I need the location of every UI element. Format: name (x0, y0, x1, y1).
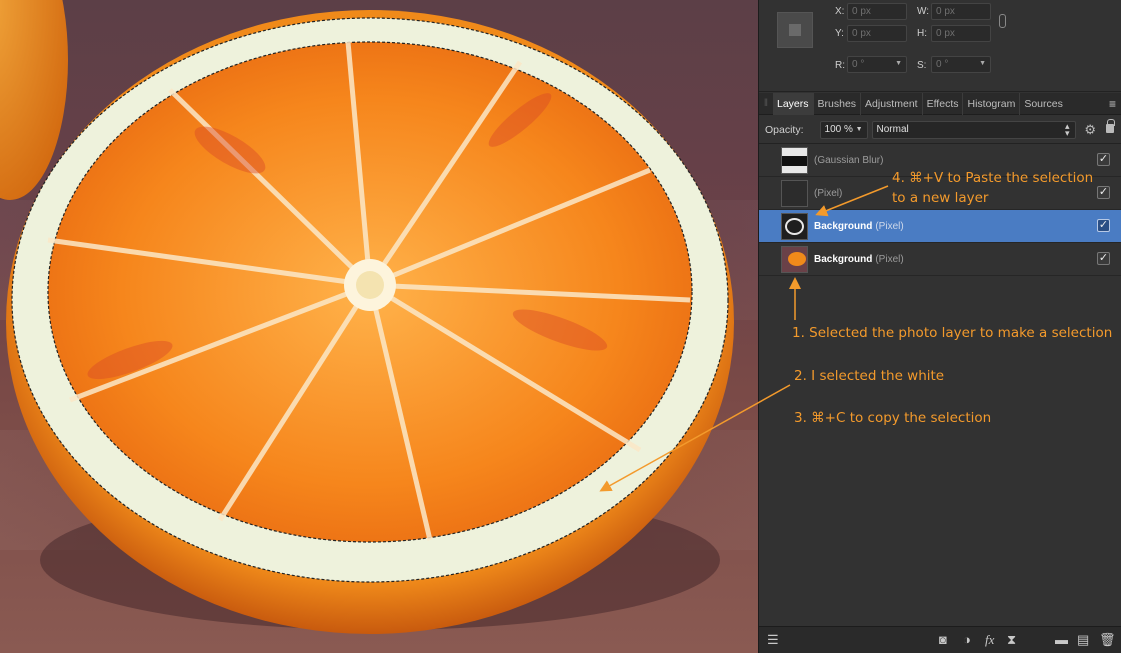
blend-mode-value: Normal (876, 123, 909, 135)
x-field[interactable]: 0 px (847, 3, 907, 20)
tab-histogram[interactable]: Histogram (963, 92, 1021, 115)
transform-panel: X: 0 px W: 0 px Y: 0 px H: 0 px R: 0 ° ▼ … (759, 0, 1121, 92)
annotation-step3: 3. ⌘+C to copy the selection (794, 410, 992, 426)
visibility-checkbox[interactable]: ✓ (1097, 219, 1110, 232)
layer-thumbnail (781, 146, 808, 174)
anchor-selector[interactable] (777, 12, 813, 48)
layer-thumbnail (781, 245, 808, 273)
layer-type: (Pixel) (814, 187, 843, 199)
s-label: S: (917, 60, 927, 71)
layer-type: (Pixel) (875, 253, 904, 265)
layer-row-selected[interactable]: Background (Pixel) ✓ (759, 210, 1121, 243)
layer-name: Background (814, 220, 873, 232)
layers-list: (Gaussian Blur) ✓ (Pixel) ✓ Background (… (759, 144, 1121, 276)
layer-thumbnail (781, 212, 808, 240)
opacity-field[interactable]: 100 % ▼ (819, 120, 868, 139)
adjustment-icon[interactable]: ◑ (963, 633, 971, 646)
gear-icon[interactable]: ⚙ (1084, 123, 1096, 136)
rotation-field[interactable]: 0 ° ▼ (847, 56, 907, 73)
annotation-step1: 1. Selected the photo layer to make a se… (792, 325, 1113, 341)
layer-type: (Gaussian Blur) (814, 154, 884, 166)
orange-photo (0, 0, 734, 634)
tab-layers[interactable]: Layers (773, 92, 814, 115)
blend-mode-select[interactable]: Normal ▴ ▾ (871, 120, 1076, 139)
shear-field[interactable]: 0 ° ▼ (931, 56, 991, 73)
y-label: Y: (835, 28, 844, 39)
rotation-value: 0 ° (852, 59, 865, 70)
annotation-step2: 2. I selected the white (794, 368, 945, 384)
layers-stack-icon[interactable]: ☰ (767, 633, 779, 646)
chevron-down-icon: ▼ (855, 125, 863, 133)
annotation-step4-line1: 4. ⌘+V to Paste the selection (892, 170, 1094, 186)
studio-tabs: ‖ Layers Brushes Adjustment Effects Hist… (759, 92, 1121, 115)
visibility-checkbox[interactable]: ✓ (1097, 252, 1110, 265)
tab-effects[interactable]: Effects (923, 92, 964, 115)
h-field[interactable]: 0 px (931, 25, 991, 42)
chevron-down-icon: ▼ (979, 60, 986, 67)
fx-icon[interactable]: fx (985, 633, 994, 646)
w-field[interactable]: 0 px (931, 3, 991, 20)
opacity-row: Opacity: 100 % ▼ Normal ▴ ▾ ⚙ (759, 116, 1121, 144)
layer-thumbnail (781, 179, 808, 207)
stepper-icon: ▴ ▾ (1064, 120, 1070, 138)
x-label: X: (835, 6, 845, 17)
image-canvas[interactable] (0, 0, 758, 653)
mask-icon[interactable]: ◙ (939, 633, 947, 646)
visibility-checkbox[interactable]: ✓ (1097, 186, 1110, 199)
opacity-value: 100 % (824, 123, 853, 135)
layers-toolbar: ☰ ◙ ◑ fx ⧗ ▬ ▤ 🗑 (759, 626, 1121, 653)
grip-icon[interactable]: ‖ (759, 93, 773, 115)
hourglass-icon[interactable]: ⧗ (1007, 633, 1016, 646)
h-label: H: (917, 28, 927, 39)
layer-row[interactable]: Background (Pixel) ✓ (759, 243, 1121, 276)
layer-type: (Pixel) (875, 220, 904, 232)
tab-brushes[interactable]: Brushes (814, 92, 862, 115)
chevron-down-icon: ▼ (895, 60, 902, 67)
opacity-label: Opacity: (765, 123, 804, 136)
layer-name: Background (814, 253, 873, 265)
panel-menu-icon[interactable]: ≡ (1109, 97, 1116, 111)
tab-sources[interactable]: Sources (1020, 93, 1067, 115)
y-field[interactable]: 0 px (847, 25, 907, 42)
annotation-step4-line2: to a new layer (892, 190, 989, 206)
link-icon[interactable] (999, 14, 1006, 28)
shear-value: 0 ° (936, 59, 949, 70)
lock-icon[interactable] (1106, 119, 1115, 133)
trash-icon[interactable]: 🗑 (1099, 633, 1116, 646)
r-label: R: (835, 60, 845, 71)
folder-icon[interactable]: ▬ (1055, 633, 1068, 646)
add-layer-icon[interactable]: ▤ (1077, 633, 1089, 646)
w-label: W: (917, 6, 930, 17)
visibility-checkbox[interactable]: ✓ (1097, 153, 1110, 166)
tab-adjustment[interactable]: Adjustment (861, 92, 923, 115)
